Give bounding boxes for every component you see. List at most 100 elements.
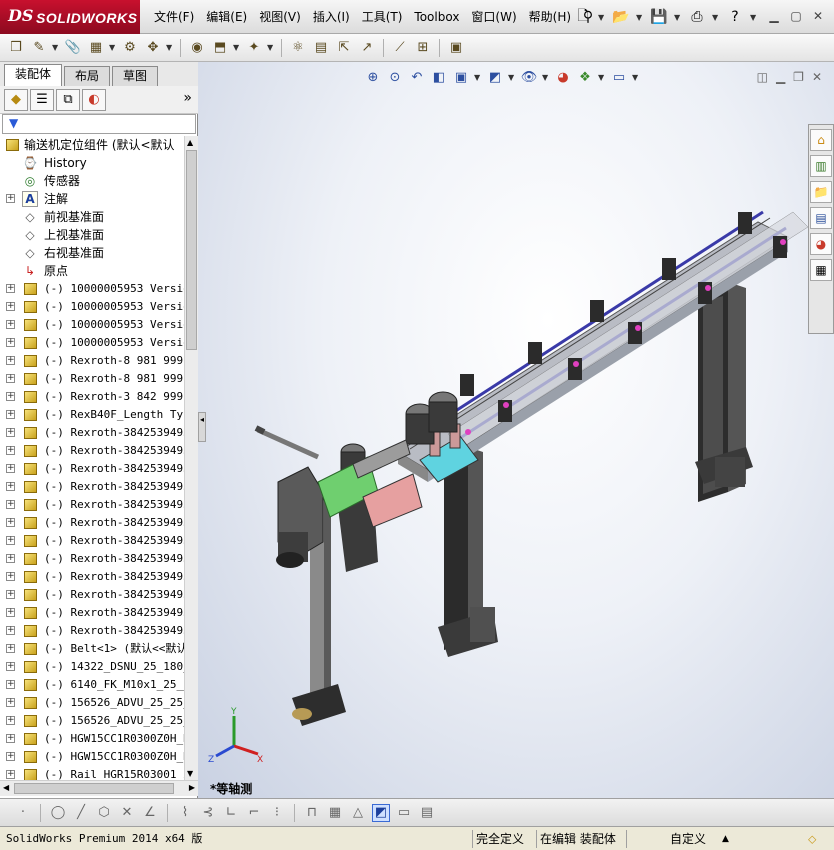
pneumatic-cylinder[interactable] — [254, 425, 320, 460]
menu-tools[interactable]: 工具(T) — [356, 0, 409, 34]
reference-geometry-icon[interactable]: ✦ — [244, 38, 264, 58]
display-manager-icon[interactable]: ◐ — [82, 88, 106, 111]
tree-item[interactable]: ◇ 上视基准面 — [0, 226, 184, 244]
expand-icon[interactable]: + — [6, 608, 15, 617]
tree-item[interactable]: + (-) Rexroth-3842539495< — [0, 550, 184, 568]
expand-icon[interactable]: + — [6, 680, 15, 689]
print-icon[interactable]: ⎙ — [686, 6, 708, 28]
expand-icon[interactable]: + — [6, 284, 15, 293]
move-component-icon[interactable]: ✥ — [143, 38, 163, 58]
polygon-icon[interactable]: ⬡ — [95, 804, 113, 822]
filter-vertices-icon[interactable]: ⊰ — [199, 804, 217, 822]
graphics-area[interactable]: ◂ ⊕ ⊙ ↶ ◧ ▣▼ ◩▼ 👁▼ ◕ ❖▼ ▭▼ ◫ ▁ ❐ ✕ — [198, 62, 834, 798]
assembly-features-icon[interactable]: ⬒ — [210, 38, 230, 58]
bill-of-materials-icon[interactable]: ▤ — [311, 38, 331, 58]
circle-icon[interactable]: ◯ — [49, 804, 67, 822]
component-pattern-icon[interactable]: ▦ — [86, 38, 106, 58]
expand-icon[interactable]: + — [6, 770, 15, 779]
new-motion-study-icon[interactable]: ⚛ — [288, 38, 308, 58]
chevron-down-icon[interactable]: ▼ — [109, 43, 117, 52]
tree-item[interactable]: ↳ 原点 — [0, 262, 184, 280]
tree-item[interactable]: + (-) Rexroth-8 981 999 2 — [0, 370, 184, 388]
tree-item[interactable]: + (-) Rexroth-3842539495< — [0, 604, 184, 622]
expand-icon[interactable]: + — [6, 374, 15, 383]
chevron-down-icon[interactable]: ▼ — [166, 43, 174, 52]
tree-item[interactable]: + (-) Rexroth-3842539495< — [0, 460, 184, 478]
chevron-down-icon[interactable]: ▼ — [233, 43, 241, 52]
expand-icon[interactable]: + — [6, 500, 15, 509]
help-icon[interactable]: ? — [724, 6, 746, 28]
scroll-left-icon[interactable]: ◀ — [3, 783, 9, 792]
right-support-column[interactable] — [695, 282, 753, 502]
filter-faces-icon[interactable]: ∟ — [222, 804, 240, 822]
expand-icon[interactable]: + — [6, 554, 15, 563]
tab-sketch[interactable]: 草图 — [112, 66, 159, 86]
expand-icon[interactable]: + — [6, 428, 15, 437]
filter-table-icon[interactable]: ▤ — [418, 804, 436, 822]
unit-system-arrow[interactable]: ▲ — [722, 831, 729, 847]
close-icon[interactable]: ✕ — [810, 8, 826, 24]
scroll-thumb[interactable] — [14, 783, 174, 794]
minimize-icon[interactable]: ▁ — [766, 8, 782, 24]
expand-icon[interactable]: + — [6, 572, 15, 581]
tree-root[interactable]: 输送机定位组件 (默认<默认 — [0, 136, 184, 154]
tree-item[interactable]: + (-) Rexroth-3842539495< — [0, 586, 184, 604]
design-library-icon[interactable]: ▥ — [810, 155, 832, 177]
expand-icon[interactable]: + — [6, 392, 15, 401]
menu-insert[interactable]: 插入(I) — [307, 0, 356, 34]
triangle-icon[interactable]: △ — [349, 804, 367, 822]
expand-icon[interactable]: + — [6, 626, 15, 635]
tree-item[interactable]: + (-) 156526_ADVU_25_25_P — [0, 694, 184, 712]
chevron-down-icon[interactable]: ▼ — [712, 13, 720, 22]
tree-horizontal-scrollbar[interactable]: ◀ ▶ — [0, 780, 198, 796]
menu-help[interactable]: 帮助(H) — [523, 0, 577, 34]
save-icon[interactable]: 💾 — [648, 6, 670, 28]
show-hidden-icon[interactable]: ◉ — [187, 38, 207, 58]
expand-icon[interactable]: + — [6, 716, 15, 725]
pusher-mechanism[interactable] — [317, 439, 423, 528]
chevron-down-icon[interactable]: ▼ — [267, 43, 275, 52]
expand-icon[interactable]: + — [6, 356, 15, 365]
tree-item[interactable]: + (-) 10000005953 Version — [0, 316, 184, 334]
tree-item[interactable]: ◎ 传感器 — [0, 172, 184, 190]
menu-toolbox[interactable]: Toolbox — [408, 0, 465, 34]
tree-item[interactable]: + (-) Rexroth-3842539495< — [0, 496, 184, 514]
filter-solids-icon[interactable]: ◩ — [372, 803, 390, 822]
open-folder-icon[interactable]: 📂 — [610, 6, 632, 28]
middle-support-column[interactable] — [438, 447, 498, 657]
custom-properties-icon[interactable]: ▦ — [810, 259, 832, 281]
tree-item[interactable]: + (-) 156526_ADVU_25_25_P — [0, 712, 184, 730]
point-icon[interactable]: · — [14, 804, 32, 822]
smart-fasteners-icon[interactable]: ⚙ — [120, 38, 140, 58]
tree-item[interactable]: + (-) Rexroth-8 981 999 2 — [0, 352, 184, 370]
chevron-down-icon[interactable]: ▼ — [750, 13, 758, 22]
menu-edit[interactable]: 编辑(E) — [200, 0, 253, 34]
file-explorer-icon[interactable]: 📁 — [810, 181, 832, 203]
tree-item[interactable]: + (-) HGW15CC1R0300Z0H_No — [0, 730, 184, 748]
restore-icon[interactable]: ▢ — [788, 8, 804, 24]
unit-system-selector[interactable]: 自定义 — [670, 831, 706, 847]
tree-item[interactable]: + (-) Rexroth-3842539495< — [0, 532, 184, 550]
expand-icon[interactable]: + — [6, 590, 15, 599]
scroll-up-icon[interactable]: ▲ — [187, 138, 193, 147]
tree-item[interactable]: + A 注解 — [0, 190, 184, 208]
chevron-down-icon[interactable]: ▼ — [674, 13, 682, 22]
rebuild-icon[interactable]: ⬦ — [808, 831, 816, 847]
expand-icon[interactable]: + — [6, 734, 15, 743]
expand-icon[interactable]: + — [6, 302, 15, 311]
conveyor-assembly-model[interactable] — [198, 62, 834, 798]
tree-item[interactable]: + (-) HGW15CC1R0300Z0H_No — [0, 748, 184, 766]
instant3d-icon[interactable]: ⊞ — [413, 38, 433, 58]
tree-item[interactable]: ◇ 前视基准面 — [0, 208, 184, 226]
menu-view[interactable]: 视图(V) — [253, 0, 307, 34]
tree-filter[interactable]: ▼ — [2, 114, 196, 134]
tree-item[interactable]: ◇ 右视基准面 — [0, 244, 184, 262]
tree-item[interactable]: + (-) Rexroth-3842539495< — [0, 514, 184, 532]
scroll-thumb[interactable] — [186, 150, 197, 350]
expand-icon[interactable]: + — [6, 338, 15, 347]
filter-plane-icon[interactable]: ▭ — [395, 804, 413, 822]
view-palette-icon[interactable]: ▤ — [810, 207, 832, 229]
appearances-icon[interactable]: ◕ — [810, 233, 832, 255]
exploded-view-icon[interactable]: ⇱ — [334, 38, 354, 58]
expand-icon[interactable]: + — [6, 644, 15, 653]
